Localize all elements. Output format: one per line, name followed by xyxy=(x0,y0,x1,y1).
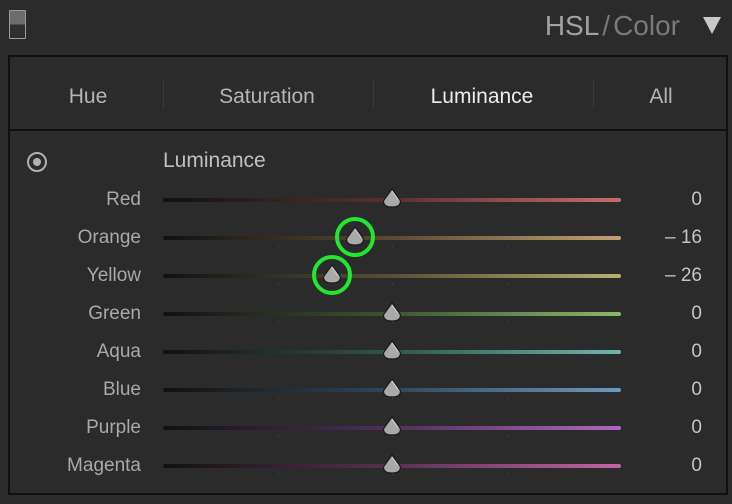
slider-thumb-yellow[interactable] xyxy=(322,264,342,286)
target-adjustment-icon[interactable] xyxy=(27,152,47,172)
slider-thumb-red[interactable] xyxy=(382,188,402,210)
slider-value-green[interactable]: 0 xyxy=(691,295,702,333)
slider-thumb-purple[interactable] xyxy=(382,416,402,438)
tabs-divider xyxy=(10,129,726,131)
slider-tick xyxy=(278,435,279,437)
title-hsl: HSL xyxy=(544,10,600,41)
slider-tick xyxy=(278,473,279,475)
slider-tick xyxy=(507,207,508,209)
slider-row-aqua: Aqua 0 xyxy=(10,333,726,371)
panel-collapse-toggle[interactable] xyxy=(9,10,26,39)
slider-row-yellow: Yellow – 26 xyxy=(10,255,726,295)
tab-all[interactable]: All xyxy=(626,57,696,129)
slider-tick xyxy=(278,359,279,361)
slider-label-yellow: Yellow xyxy=(86,265,141,286)
slider-row-red: Red 0 xyxy=(10,181,726,219)
slider-track-orange[interactable] xyxy=(163,236,621,240)
slider-label-purple: Purple xyxy=(86,417,141,438)
title-separator: / xyxy=(602,10,611,41)
slider-label-green: Green xyxy=(88,303,141,324)
slider-tick xyxy=(278,283,279,285)
slider-row-orange: Orange – 16 xyxy=(10,217,726,257)
slider-value-aqua[interactable]: 0 xyxy=(691,333,702,371)
slider-row-purple: Purple 0 xyxy=(10,409,726,447)
tab-separator xyxy=(593,79,594,109)
slider-thumb-green[interactable] xyxy=(382,302,402,324)
slider-tick xyxy=(392,245,393,247)
slider-value-purple[interactable]: 0 xyxy=(691,409,702,447)
slider-tick xyxy=(507,435,508,437)
slider-tick xyxy=(278,207,279,209)
slider-label-orange: Orange xyxy=(77,227,141,248)
slider-label-red: Red xyxy=(106,189,141,210)
tab-hue[interactable]: Hue xyxy=(38,57,138,129)
slider-value-magenta[interactable]: 0 xyxy=(691,447,702,485)
slider-tick xyxy=(507,397,508,399)
tab-separator xyxy=(163,79,164,109)
slider-thumb-orange[interactable] xyxy=(345,226,365,248)
slider-tick xyxy=(507,321,508,323)
slider-label-blue: Blue xyxy=(102,379,141,400)
slider-tick xyxy=(392,283,393,285)
slider-thumb-blue[interactable] xyxy=(382,378,402,400)
slider-tick xyxy=(507,473,508,475)
slider-thumb-magenta[interactable] xyxy=(382,454,402,476)
slider-tick xyxy=(278,321,279,323)
slider-label-aqua: Aqua xyxy=(96,341,141,362)
slider-value-red[interactable]: 0 xyxy=(691,181,702,219)
slider-row-blue: Blue 0 xyxy=(10,371,726,409)
hsl-panel-body: Hue Saturation Luminance All Luminance R… xyxy=(8,55,728,495)
slider-row-magenta: Magenta 0 xyxy=(10,447,726,485)
tab-separator xyxy=(373,79,374,109)
panel-title[interactable]: HSL / Color xyxy=(545,8,680,44)
slider-thumb-aqua[interactable] xyxy=(382,340,402,362)
tab-saturation[interactable]: Saturation xyxy=(197,57,337,129)
slider-track-yellow[interactable] xyxy=(163,274,621,278)
slider-label-magenta: Magenta xyxy=(67,455,141,476)
title-color: Color xyxy=(613,10,680,41)
collapse-triangle-icon[interactable] xyxy=(703,17,721,34)
tab-luminance[interactable]: Luminance xyxy=(408,57,556,129)
slider-row-green: Green 0 xyxy=(10,295,726,333)
slider-tick xyxy=(278,245,279,247)
slider-tick xyxy=(507,283,508,285)
slider-value-yellow[interactable]: – 26 xyxy=(665,257,702,295)
slider-tick xyxy=(507,245,508,247)
section-title: Luminance xyxy=(163,149,266,172)
slider-tick xyxy=(278,397,279,399)
slider-value-orange[interactable]: – 16 xyxy=(665,219,702,257)
hsl-color-panel: HSL / Color Hue Saturation Luminance All L… xyxy=(0,0,732,504)
tab-bar: Hue Saturation Luminance All xyxy=(10,57,726,129)
slider-tick xyxy=(507,359,508,361)
slider-value-blue[interactable]: 0 xyxy=(691,371,702,409)
